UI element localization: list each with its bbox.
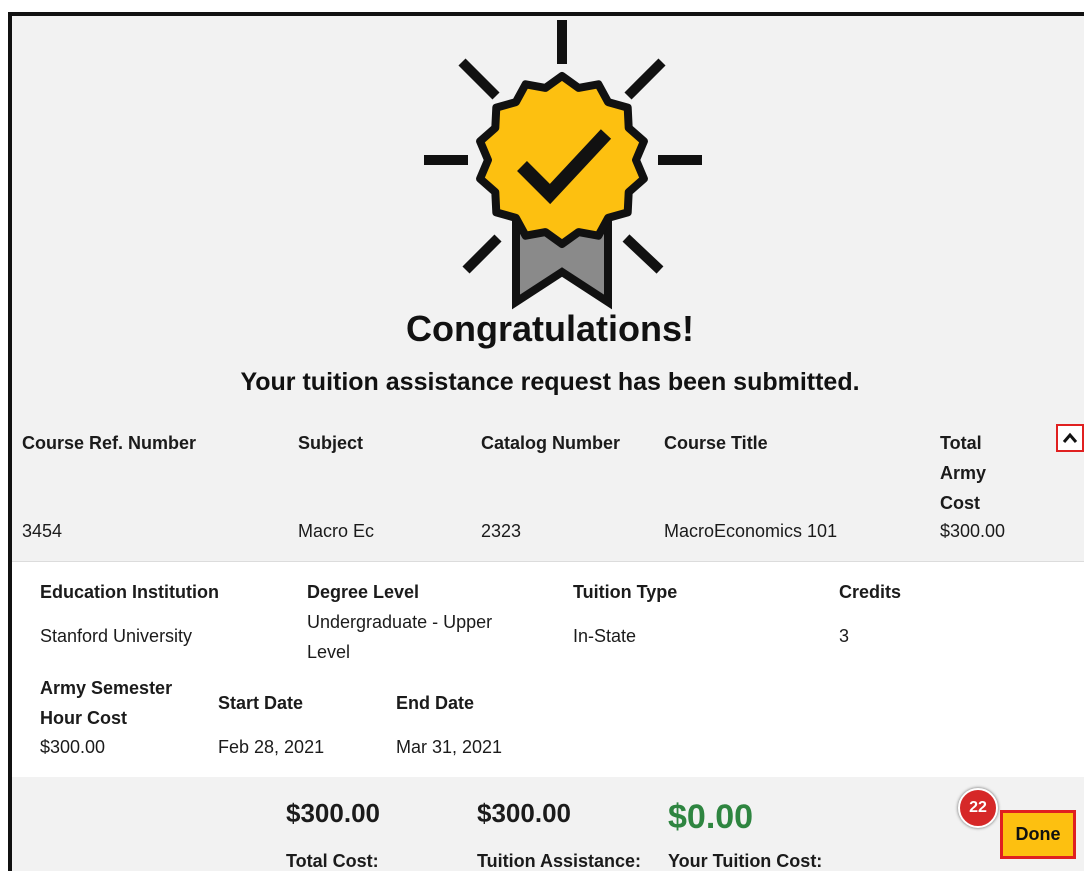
value-line: Undergraduate - Upper [307,612,493,632]
collapse-row-button[interactable] [1056,424,1084,452]
column-header-catalog-number: Catalog Number [481,433,621,453]
label-credits: Credits [839,582,902,602]
value-degree-level: Undergraduate - Upper Level [307,607,492,667]
value-line: Level [307,642,351,662]
cell-subject: Macro Ec [298,521,375,541]
value-end-date: Mar 31, 2021 [396,737,503,757]
page-title: Congratulations! [406,308,694,349]
column-header-course-title: Course Title [664,433,768,453]
award-badge-check-icon [424,20,702,310]
course-details-panel: Education Institution Stanford Universit… [12,561,1084,778]
label-start-date: Start Date [218,693,304,713]
label-army-semester-hour-cost: Army Semester Hour Cost [40,673,172,733]
column-header-line: Cost [940,493,980,513]
value-credits: 3 [839,626,850,646]
label-line: Hour Cost [40,708,127,728]
column-header-total-army-cost: Total Army Cost [940,428,986,518]
your-tuition-cost-label: Your Tuition Cost: [668,851,823,871]
label-line: Army Semester [40,678,173,698]
label-end-date: End Date [396,693,475,713]
submission-message: Your tuition assistance request has been… [240,368,860,396]
done-button[interactable]: Done [1000,810,1076,859]
column-header-course-ref: Course Ref. Number [22,433,197,453]
label-education-institution: Education Institution [40,582,219,602]
cell-course-title: MacroEconomics 101 [664,521,838,541]
confirmation-panel: Congratulations! Your tuition assistance… [8,12,1084,871]
step-number-badge: 22 [958,788,998,828]
cost-summary: $300.00 Total Cost: $300.00 Tuition Assi… [12,777,1084,871]
value-tuition-type: In-State [573,626,637,646]
your-tuition-cost-amount: $0.00 [668,798,754,836]
value-army-semester-hour-cost: $300.00 [40,737,106,757]
label-tuition-type: Tuition Type [573,582,678,602]
value-start-date: Feb 28, 2021 [218,737,325,757]
column-header-subject: Subject [298,433,364,453]
cell-catalog-number: 2323 [481,521,522,541]
total-cost-amount: $300.00 [286,798,380,828]
column-header-line: Total [940,433,982,453]
chevron-up-icon [1062,432,1078,443]
column-header-line: Army [940,463,987,483]
total-cost-label: Total Cost: [286,851,379,871]
cell-course-ref: 3454 [22,521,63,541]
cell-total-army-cost: $300.00 [940,521,1006,541]
label-degree-level: Degree Level [307,582,420,602]
tuition-assistance-amount: $300.00 [477,798,571,828]
tuition-assistance-label: Tuition Assistance: [477,851,642,871]
value-education-institution: Stanford University [40,626,193,646]
